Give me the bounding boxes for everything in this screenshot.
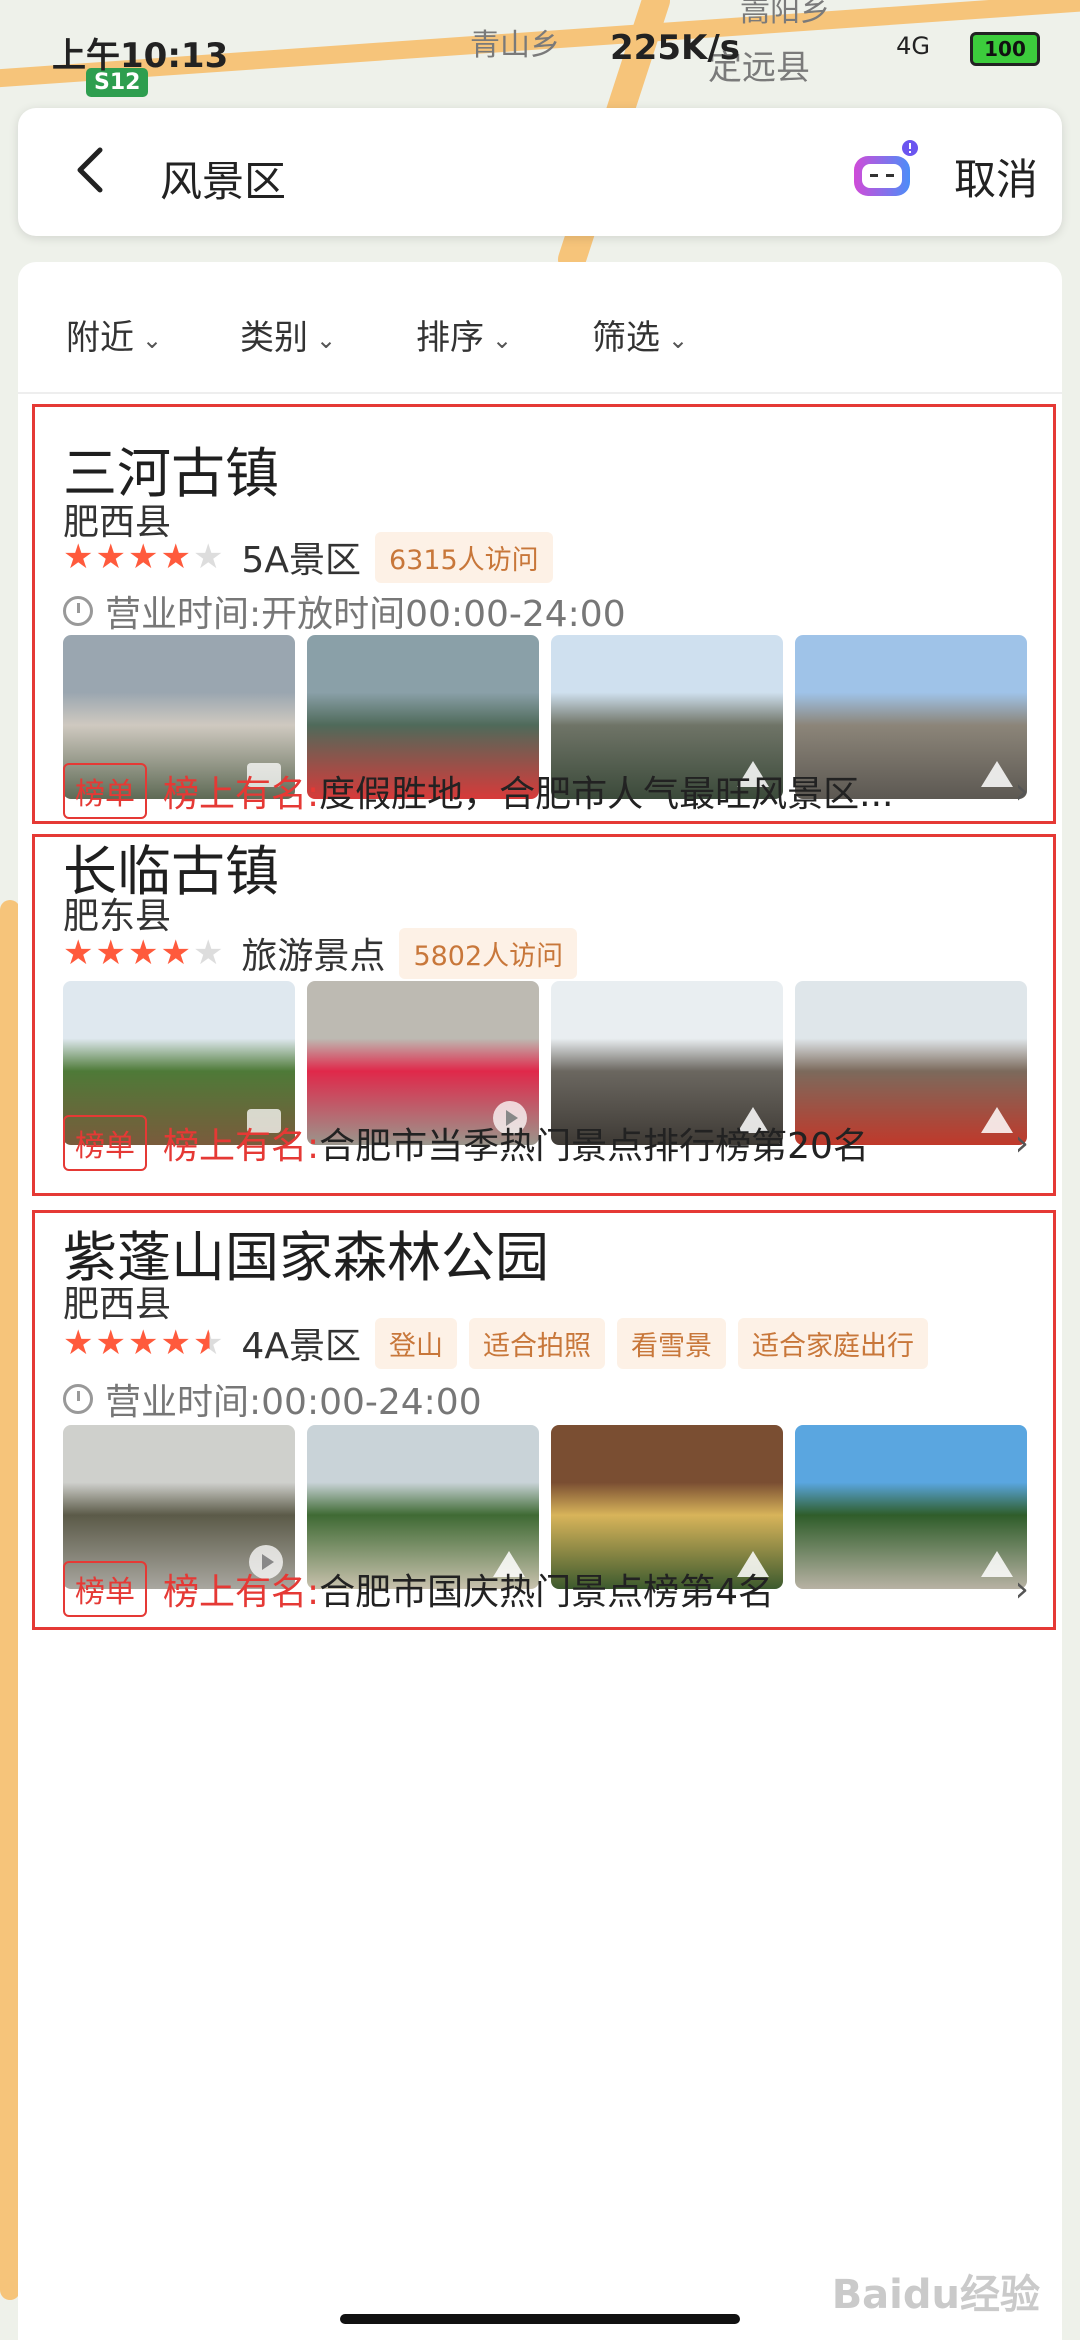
chevron-down-icon: ⌄ (492, 325, 513, 354)
voice-assistant-icon[interactable] (850, 138, 922, 204)
result-card[interactable]: 紫蓬山国家森林公园 肥西县 ★ ★ ★ ★ ★ 4A景区 登山 适合拍照 看雪景 适合家… (32, 1210, 1056, 1630)
star-icon: ★ (192, 1323, 224, 1363)
star-icon: ★ (160, 1323, 191, 1363)
status-bar: 上午10:13 225K/s 4G 100 (0, 0, 1080, 96)
tag-chip: 登山 (374, 1317, 457, 1369)
poi-level: 5A景区 (241, 540, 361, 581)
filter-label: 附近 (66, 318, 134, 358)
hours-text: 营业时间:开放时间00:00-24:00 (105, 594, 626, 635)
clock-icon (63, 1384, 93, 1414)
tag-chip: 适合家庭出行 (737, 1317, 928, 1369)
star-icon: ★ (95, 537, 126, 577)
hours-text: 营业时间:00:00-24:00 (105, 1382, 482, 1423)
chevron-down-icon: ⌄ (142, 325, 163, 354)
star-icon: ★ (192, 537, 224, 577)
signal-icon: 4G (896, 32, 930, 60)
chevron-right-icon: › (1014, 1568, 1029, 1610)
star-icon: ★ (95, 1323, 126, 1363)
star-icon: ★ (127, 537, 159, 577)
filter-bar: 附近 ⌄ 类别 ⌄ 排序 ⌄ 筛选 ⌄ (18, 262, 1062, 394)
chevron-down-icon: ⌄ (668, 325, 689, 354)
filter-category[interactable]: 类别 ⌄ (240, 310, 336, 359)
rating-stars: ★ ★ ★ ★ ★ (63, 936, 223, 970)
star-icon: ★ (192, 933, 224, 973)
visit-count-chip: 6315人访问 (374, 531, 553, 583)
rank-label: 榜上有名: (163, 1572, 320, 1613)
home-indicator[interactable] (340, 2314, 740, 2324)
chevron-right-icon: › (1014, 770, 1029, 812)
rating-stars: ★ ★ ★ ★ ★ (63, 1326, 223, 1360)
back-arrow-icon[interactable] (66, 144, 118, 196)
rank-text: 合肥市国庆热门景点榜第4名 (319, 1572, 775, 1613)
star-icon: ★ (160, 537, 191, 577)
rank-tag: 榜单 (63, 1115, 147, 1171)
rank-label: 榜上有名: (163, 1126, 320, 1167)
visit-count-chip: 5802人访问 (399, 927, 578, 979)
search-query[interactable]: 风景区 (160, 148, 286, 209)
rank-tag: 榜单 (63, 763, 147, 819)
results-sheet: 附近 ⌄ 类别 ⌄ 排序 ⌄ 筛选 ⌄ 三河古镇 肥西县 ★ ★ ★ ★ ★ 5A景区 6315… (18, 262, 1062, 2340)
clock-icon (63, 596, 93, 626)
ranking-row[interactable]: 榜单 榜上有名: 度假胜地，合肥市人气最旺风景区... › (63, 763, 1029, 819)
rank-text: 合肥市当季热门景点排行榜第20名 (319, 1126, 869, 1167)
star-icon: ★ (127, 1323, 159, 1363)
filter-nearby[interactable]: 附近 ⌄ (66, 310, 162, 359)
opening-hours: 营业时间:开放时间00:00-24:00 (63, 585, 626, 637)
chevron-right-icon: › (1014, 1122, 1029, 1164)
search-header: 风景区 取消 (18, 108, 1062, 236)
star-icon: ★ (63, 537, 94, 577)
tag-chip: 看雪景 (616, 1317, 726, 1369)
filter-more[interactable]: 筛选 ⌄ (592, 310, 688, 359)
filter-label: 类别 (240, 318, 308, 358)
tag-chip: 适合拍照 (468, 1317, 605, 1369)
star-icon: ★ (127, 933, 159, 973)
rank-text: 度假胜地，合肥市人气最旺风景区... (319, 774, 894, 815)
chevron-down-icon: ⌄ (316, 325, 337, 354)
ranking-row[interactable]: 榜单 榜上有名: 合肥市国庆热门景点榜第4名 › (63, 1561, 1029, 1617)
star-icon: ★ (63, 933, 94, 973)
rating-row: ★ ★ ★ ★ ★ 4A景区 登山 适合拍照 看雪景 适合家庭出行 (63, 1317, 940, 1369)
cancel-button[interactable]: 取消 (954, 146, 1038, 207)
poi-level: 旅游景点 (241, 936, 386, 977)
star-icon: ★ (63, 1323, 94, 1363)
watermark-logo: Baidu经验 (831, 2272, 1040, 2318)
rank-label: 榜上有名: (163, 774, 320, 815)
star-icon: ★ (95, 933, 126, 973)
filter-sort[interactable]: 排序 ⌄ (416, 310, 512, 359)
filter-label: 排序 (416, 318, 484, 358)
star-icon: ★ (160, 933, 191, 973)
rating-row: ★ ★ ★ ★ ★ 旅游景点 5802人访问 (63, 927, 589, 979)
status-time: 上午10:13 (52, 36, 229, 76)
result-card[interactable]: 长临古镇 肥东县 ★ ★ ★ ★ ★ 旅游景点 5802人访问 榜单 榜上有名: 合肥市… (32, 834, 1056, 1196)
network-speed: 225K/s (610, 28, 740, 68)
filter-label: 筛选 (592, 318, 660, 358)
opening-hours: 营业时间:00:00-24:00 (63, 1373, 482, 1425)
rating-row: ★ ★ ★ ★ ★ 5A景区 6315人访问 (63, 531, 565, 583)
battery-icon: 100 (970, 32, 1040, 66)
rating-stars: ★ ★ ★ ★ ★ (63, 540, 223, 574)
poi-level: 4A景区 (241, 1326, 361, 1367)
result-card[interactable]: 三河古镇 肥西县 ★ ★ ★ ★ ★ 5A景区 6315人访问 营业时间:开放时间00:… (32, 404, 1056, 824)
ranking-row[interactable]: 榜单 榜上有名: 合肥市当季热门景点排行榜第20名 › (63, 1115, 1029, 1171)
rank-tag: 榜单 (63, 1561, 147, 1617)
